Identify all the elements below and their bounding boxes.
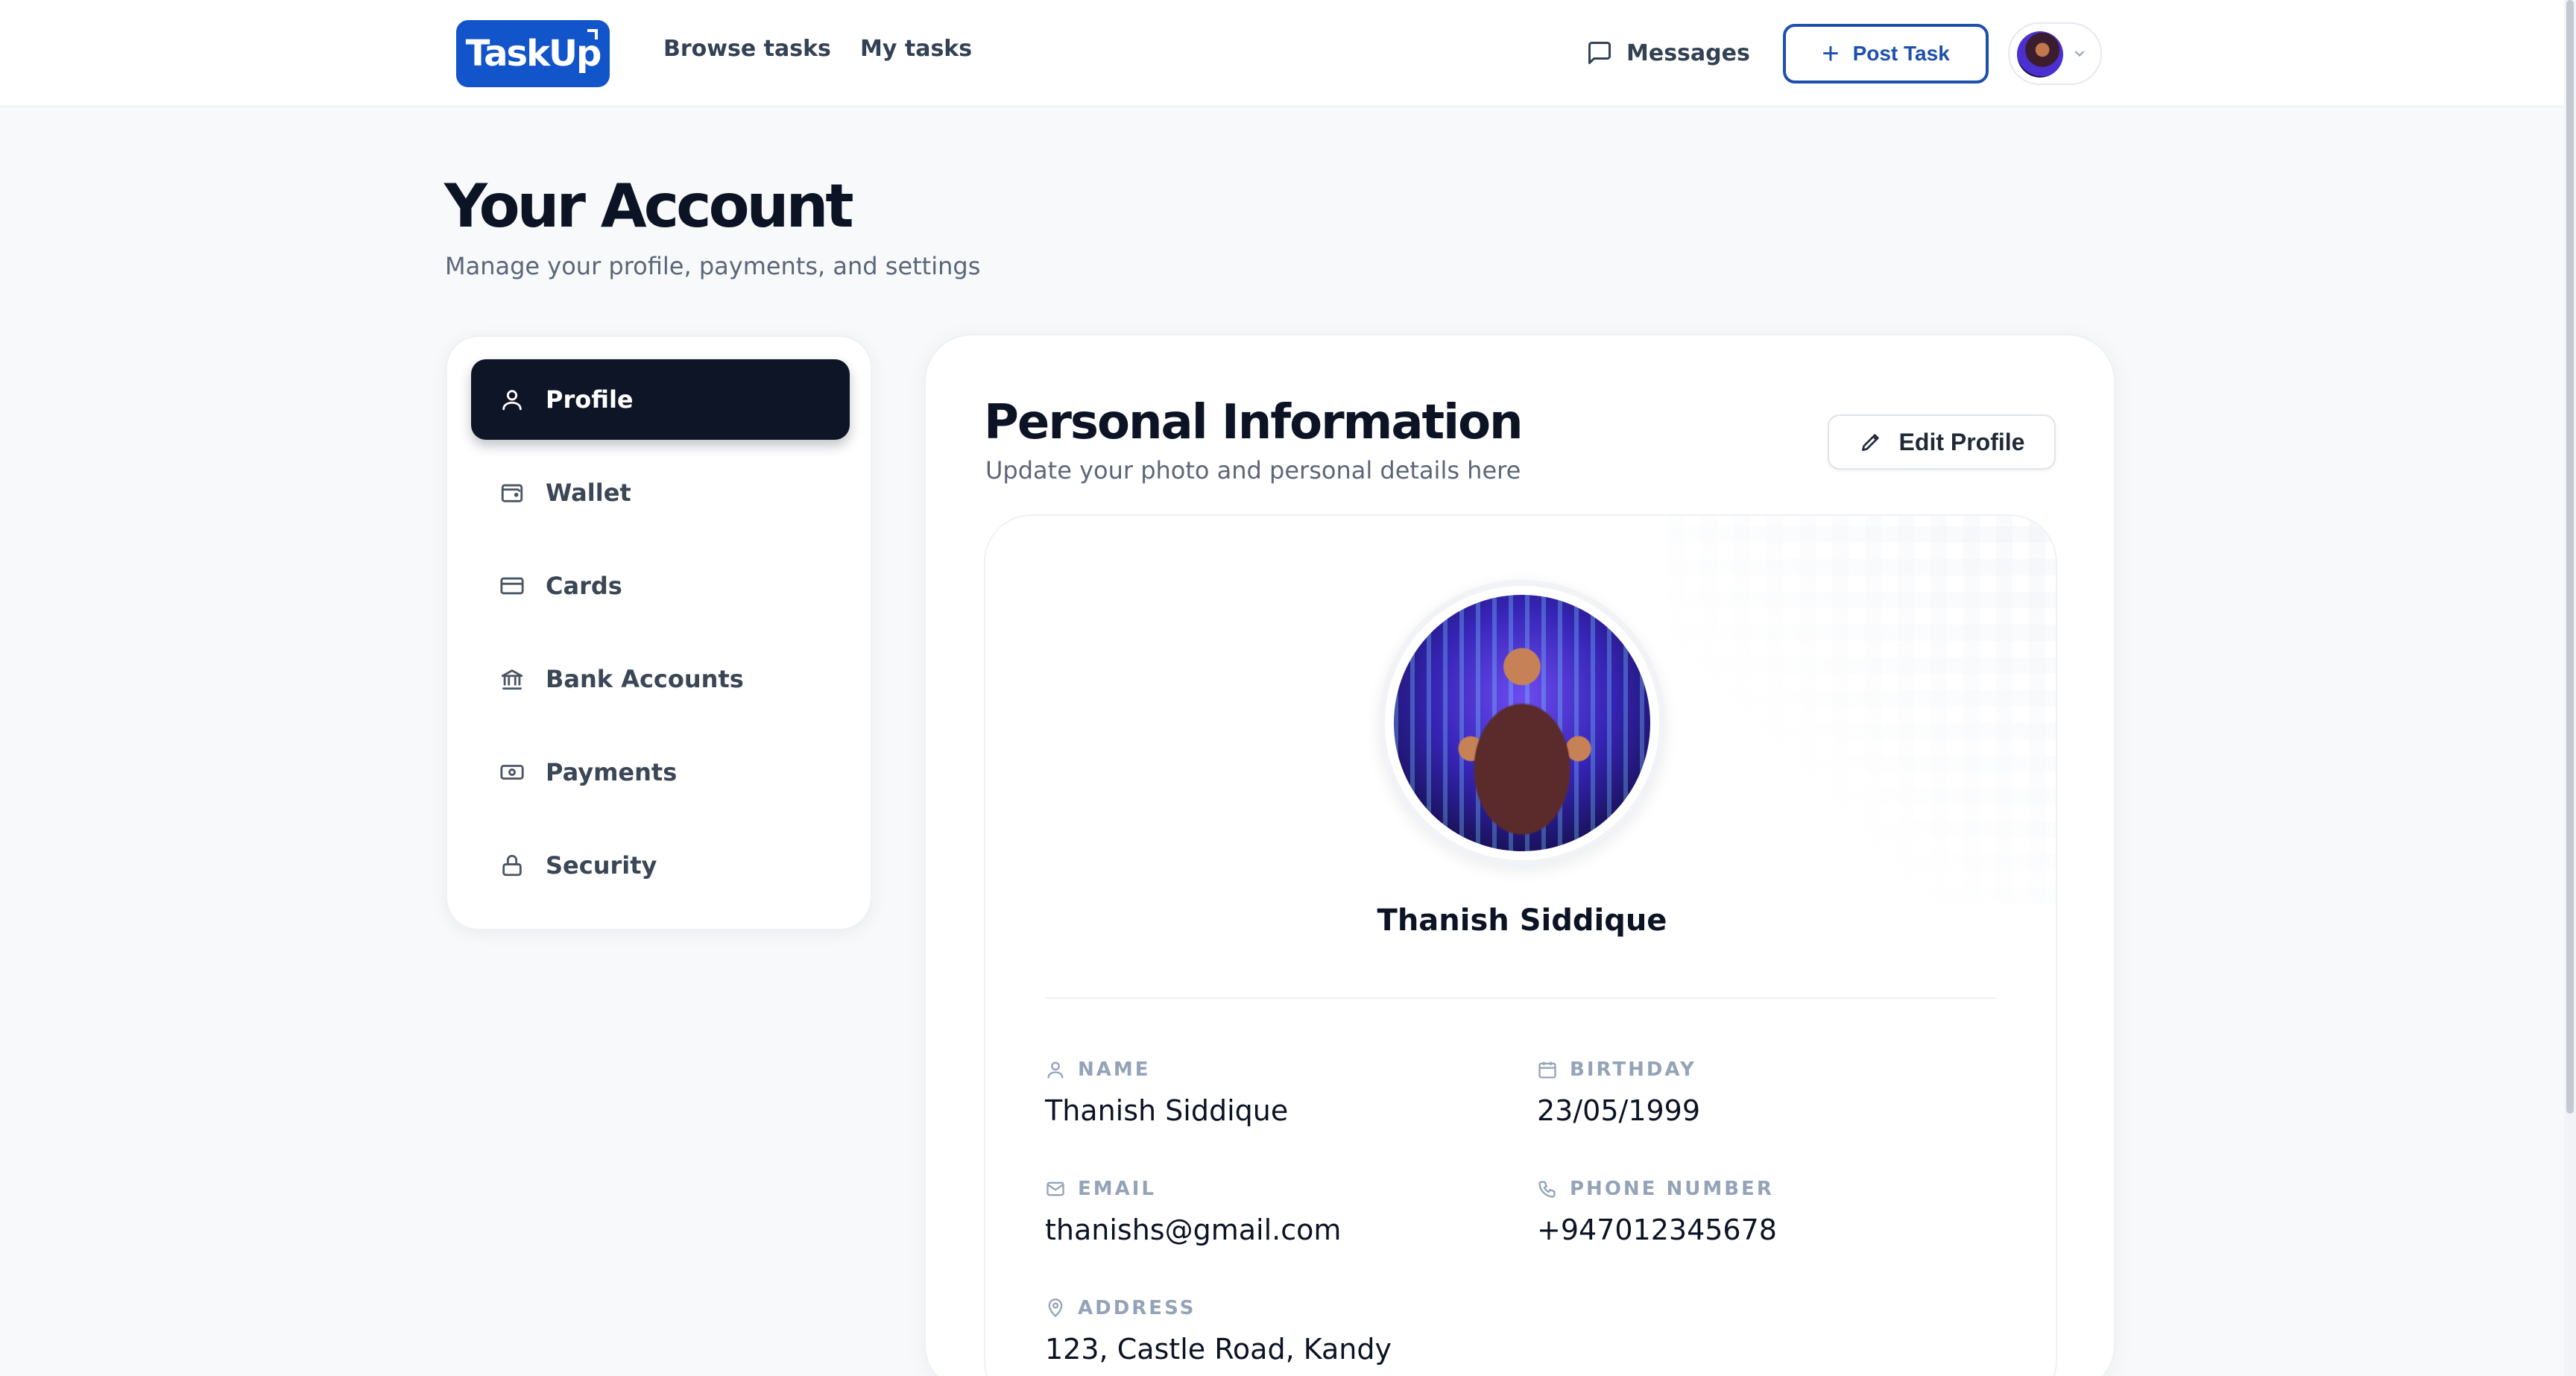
page-scrollbar[interactable] (2564, 0, 2576, 1376)
wallet-icon (501, 484, 523, 502)
edit-profile-label: Edit Profile (1898, 428, 2025, 455)
sidebar-item-label: Bank Accounts (546, 665, 744, 693)
credit-card-icon (500, 577, 524, 595)
taskup-logo[interactable]: TaskUp (456, 20, 610, 87)
personal-information-panel: Personal Information Update your photo a… (924, 334, 2115, 1376)
edit-profile-button[interactable]: Edit Profile (1828, 414, 2056, 470)
address-value: 123, Castle Road, Kandy (1045, 1333, 1392, 1366)
nav-my-tasks[interactable]: My tasks (860, 36, 972, 62)
banknote-icon (500, 765, 524, 780)
pencil-icon (1861, 434, 1879, 451)
sidebar-item-profile[interactable]: Profile (471, 359, 850, 440)
sidebar-item-security[interactable]: Security (471, 825, 850, 906)
sidebar-item-payments[interactable]: Payments (471, 732, 850, 812)
chevron-down-icon (2074, 51, 2085, 57)
name-value: Thanish Siddique (1045, 1094, 1289, 1127)
name-field-label: NAME (1045, 1058, 1151, 1081)
phone-value: +947012345678 (1537, 1214, 1777, 1246)
section-subtitle: Update your photo and personal details h… (985, 456, 1521, 485)
mail-icon (1046, 1181, 1064, 1196)
birthday-value: 23/05/1999 (1537, 1094, 1701, 1127)
birthday-field-label: BIRTHDAY (1537, 1058, 1696, 1081)
profile-photo-frame[interactable] (1379, 580, 1665, 866)
message-square-icon (1588, 42, 1611, 64)
logo-text: TaskUp (465, 33, 602, 75)
sidebar-item-label: Payments (546, 758, 678, 786)
page-subtitle: Manage your profile, payments, and setti… (445, 252, 981, 280)
map-pin-icon (1048, 1298, 1063, 1318)
profile-display-name: Thanish Siddique (1377, 903, 1667, 938)
profile-photo (1394, 595, 1650, 851)
sidebar-item-wallet[interactable]: Wallet (471, 452, 850, 533)
bank-icon (501, 669, 523, 690)
plus-icon: + (1822, 37, 1840, 70)
section-title: Personal Information (984, 395, 1524, 450)
phone-icon (1538, 1181, 1556, 1198)
divider (1045, 997, 1996, 999)
user-icon (502, 390, 522, 411)
sidebar-item-label: Cards (546, 572, 622, 600)
sidebar-item-cards[interactable]: Cards (471, 546, 850, 626)
field-label-text: EMAIL (1078, 1178, 1156, 1200)
sidebar-item-label: Profile (546, 385, 634, 414)
page-title: Your Account (444, 171, 854, 241)
phone-field-label: PHONE NUMBER (1537, 1178, 1774, 1200)
account-sidebar: Profile Wallet Cards Bank Accounts Payme… (446, 335, 872, 930)
field-label-text: BIRTHDAY (1570, 1058, 1696, 1081)
profile-details-card: Thanish Siddique NAME Thanish Siddique B… (984, 514, 2057, 1376)
messages-link[interactable]: Messages (1586, 34, 1750, 72)
avatar (2017, 31, 2063, 78)
email-field-label: EMAIL (1045, 1178, 1156, 1200)
nav-browse-tasks[interactable]: Browse tasks (663, 36, 831, 62)
field-label-text: ADDRESS (1078, 1297, 1196, 1319)
calendar-icon (1538, 1061, 1556, 1079)
top-navigation-bar: TaskUp Browse tasks My tasks Messages + … (0, 0, 2564, 107)
post-task-button[interactable]: + Post Task (1783, 24, 1989, 83)
field-label-text: PHONE NUMBER (1570, 1178, 1774, 1200)
email-value: thanishs@gmail.com (1045, 1214, 1342, 1246)
scrollbar-thumb[interactable] (2566, 0, 2574, 1114)
sidebar-item-label: Wallet (546, 479, 631, 507)
post-task-label: Post Task (1852, 42, 1950, 65)
sidebar-item-label: Security (546, 851, 657, 880)
address-field-label: ADDRESS (1045, 1297, 1196, 1319)
user-icon (1047, 1061, 1064, 1079)
user-menu-button[interactable] (2008, 22, 2102, 85)
messages-label: Messages (1626, 40, 1750, 66)
lock-icon (502, 854, 522, 877)
logo-arrow-icon (587, 29, 598, 40)
decorative-pattern (1668, 516, 2056, 903)
sidebar-item-bank-accounts[interactable]: Bank Accounts (471, 639, 850, 719)
field-label-text: NAME (1078, 1058, 1151, 1081)
